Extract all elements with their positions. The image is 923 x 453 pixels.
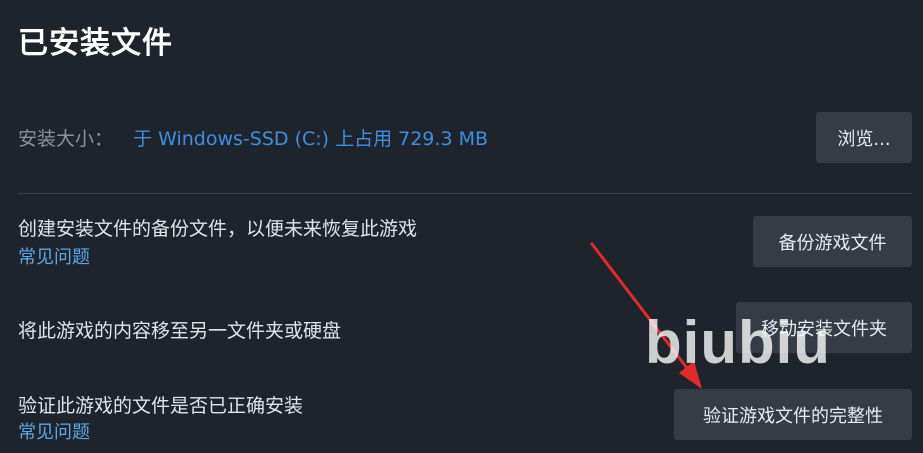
section-divider — [18, 193, 912, 194]
verify-faq-link[interactable]: 常见问题 — [18, 418, 90, 444]
backup-files-button[interactable]: 备份游戏文件 — [753, 216, 912, 267]
backup-description: 创建安装文件的备份文件，以便未来恢复此游戏 — [18, 218, 418, 240]
page-title: 已安装文件 — [18, 26, 173, 61]
move-description: 将此游戏的内容移至另一文件夹或硬盘 — [18, 320, 342, 342]
verify-description: 验证此游戏的文件是否已正确安装 — [18, 395, 304, 417]
verify-integrity-button[interactable]: 验证游戏文件的完整性 — [674, 389, 912, 440]
move-install-folder-button[interactable]: 移动安装文件夹 — [736, 302, 912, 353]
install-size-row: 安装大小： 于 Windows-SSD (C:) 上占用 729.3 MB — [18, 124, 488, 151]
install-size-label: 安装大小： — [18, 128, 114, 150]
backup-faq-link[interactable]: 常见问题 — [18, 243, 90, 269]
install-size-value[interactable]: 于 Windows-SSD (C:) 上占用 729.3 MB — [133, 128, 488, 150]
browse-button[interactable]: 浏览... — [816, 112, 912, 163]
